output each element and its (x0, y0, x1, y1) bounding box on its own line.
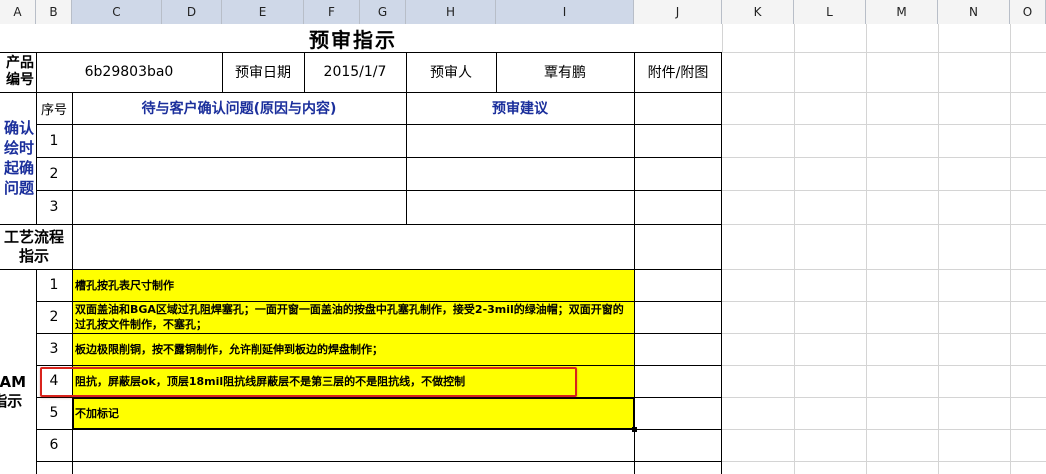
column-header[interactable]: G (360, 0, 406, 24)
gridline (722, 397, 1046, 398)
table-border (0, 92, 722, 93)
gridline (722, 224, 1046, 225)
column-header[interactable]: B (36, 0, 72, 24)
reviewer-label: 预审人 (430, 65, 472, 81)
table-border (36, 157, 722, 158)
gridline (722, 124, 1046, 125)
process-flow-label: 工艺流程 指示 (3, 227, 64, 265)
cam-section-label: CAM指示 (0, 372, 26, 410)
column-header[interactable]: L (794, 0, 866, 24)
table-border (36, 461, 722, 462)
gridline (722, 269, 1046, 270)
table-border (36, 301, 722, 302)
table-border (36, 124, 722, 125)
row-number: 3 (49, 199, 59, 215)
column-header[interactable]: C (72, 0, 162, 24)
worksheet[interactable]: 预审指示 槽孔按孔表尺寸制作 双面盖油和BGA区域过孔阻焊塞孔；一面开窗一面盖油… (0, 24, 1046, 474)
row-number: 6 (49, 437, 59, 453)
column-header[interactable]: O (1010, 0, 1046, 24)
row-number: 2 (49, 165, 59, 182)
row-number: 1 (49, 132, 59, 149)
column-header[interactable]: H (406, 0, 496, 24)
table-border (36, 190, 722, 191)
gridline (722, 461, 1046, 462)
gridline (722, 92, 1046, 93)
column-header[interactable]: A (0, 0, 36, 24)
column-header[interactable]: F (304, 0, 360, 24)
table-border (36, 52, 37, 92)
column-header[interactable]: I (496, 0, 634, 24)
gridline (722, 24, 723, 52)
gridline (722, 333, 1046, 334)
suggestions-header: 预审建议 (492, 101, 548, 117)
table-border (0, 269, 722, 270)
table-border (36, 365, 722, 366)
instruction-cell[interactable]: 板边极限削铜，按不露铜制作，允许削延伸到板边的焊盘制作； (72, 333, 634, 365)
gridline (722, 429, 1046, 430)
seq-header: 序号 (40, 102, 67, 118)
column-header[interactable]: J (634, 0, 722, 24)
gridline (722, 52, 1046, 53)
row-number: 5 (49, 405, 59, 421)
table-border (36, 269, 37, 474)
review-date-label: 预审日期 (235, 65, 291, 81)
row-number: 2 (49, 309, 59, 325)
reviewer-name[interactable]: 覃有鹏 (496, 52, 634, 92)
active-cell-border (72, 397, 635, 430)
instruction-cell[interactable]: 双面盖油和BGA区域过孔阻焊塞孔；一面开窗一面盖油的按盘中孔塞孔制作，接受2-3… (72, 301, 634, 333)
column-header-bar: A B C D E F G H I J K L M N O (0, 0, 1046, 24)
table-border (36, 92, 37, 224)
table-border (304, 52, 305, 92)
fill-handle[interactable] (632, 427, 637, 432)
table-border (36, 333, 722, 334)
column-header[interactable]: M (866, 0, 938, 24)
gridline (722, 157, 1046, 158)
row-number: 3 (49, 341, 59, 357)
product-number-label: 产品 编号 (6, 55, 34, 88)
product-code[interactable]: 6b29803ba0 (36, 52, 222, 92)
instruction-cell[interactable]: 槽孔按孔表尺寸制作 (72, 269, 634, 301)
column-header[interactable]: K (722, 0, 794, 24)
table-border (0, 52, 722, 53)
table-border (496, 52, 497, 92)
table-border (222, 52, 223, 92)
column-header[interactable]: D (162, 0, 222, 24)
review-date[interactable]: 2015/1/7 (304, 52, 406, 92)
table-border (0, 224, 722, 225)
column-header[interactable]: E (222, 0, 304, 24)
questions-header: 待与客户确认问题(原因与内容) (141, 101, 337, 117)
page-title: 预审指示 (309, 27, 397, 52)
highlight-annotation (40, 367, 577, 397)
table-border (406, 52, 407, 224)
instruction-cell[interactable] (72, 429, 634, 461)
gridline (722, 301, 1046, 302)
gridline (722, 190, 1046, 191)
attachment-label: 附件/附图 (647, 65, 709, 81)
confirm-section-label: 确认 绘时 起确 问题 (3, 119, 34, 197)
table-border (721, 52, 722, 474)
column-header[interactable]: N (938, 0, 1010, 24)
row-number: 1 (49, 277, 59, 293)
gridline (722, 365, 1046, 366)
